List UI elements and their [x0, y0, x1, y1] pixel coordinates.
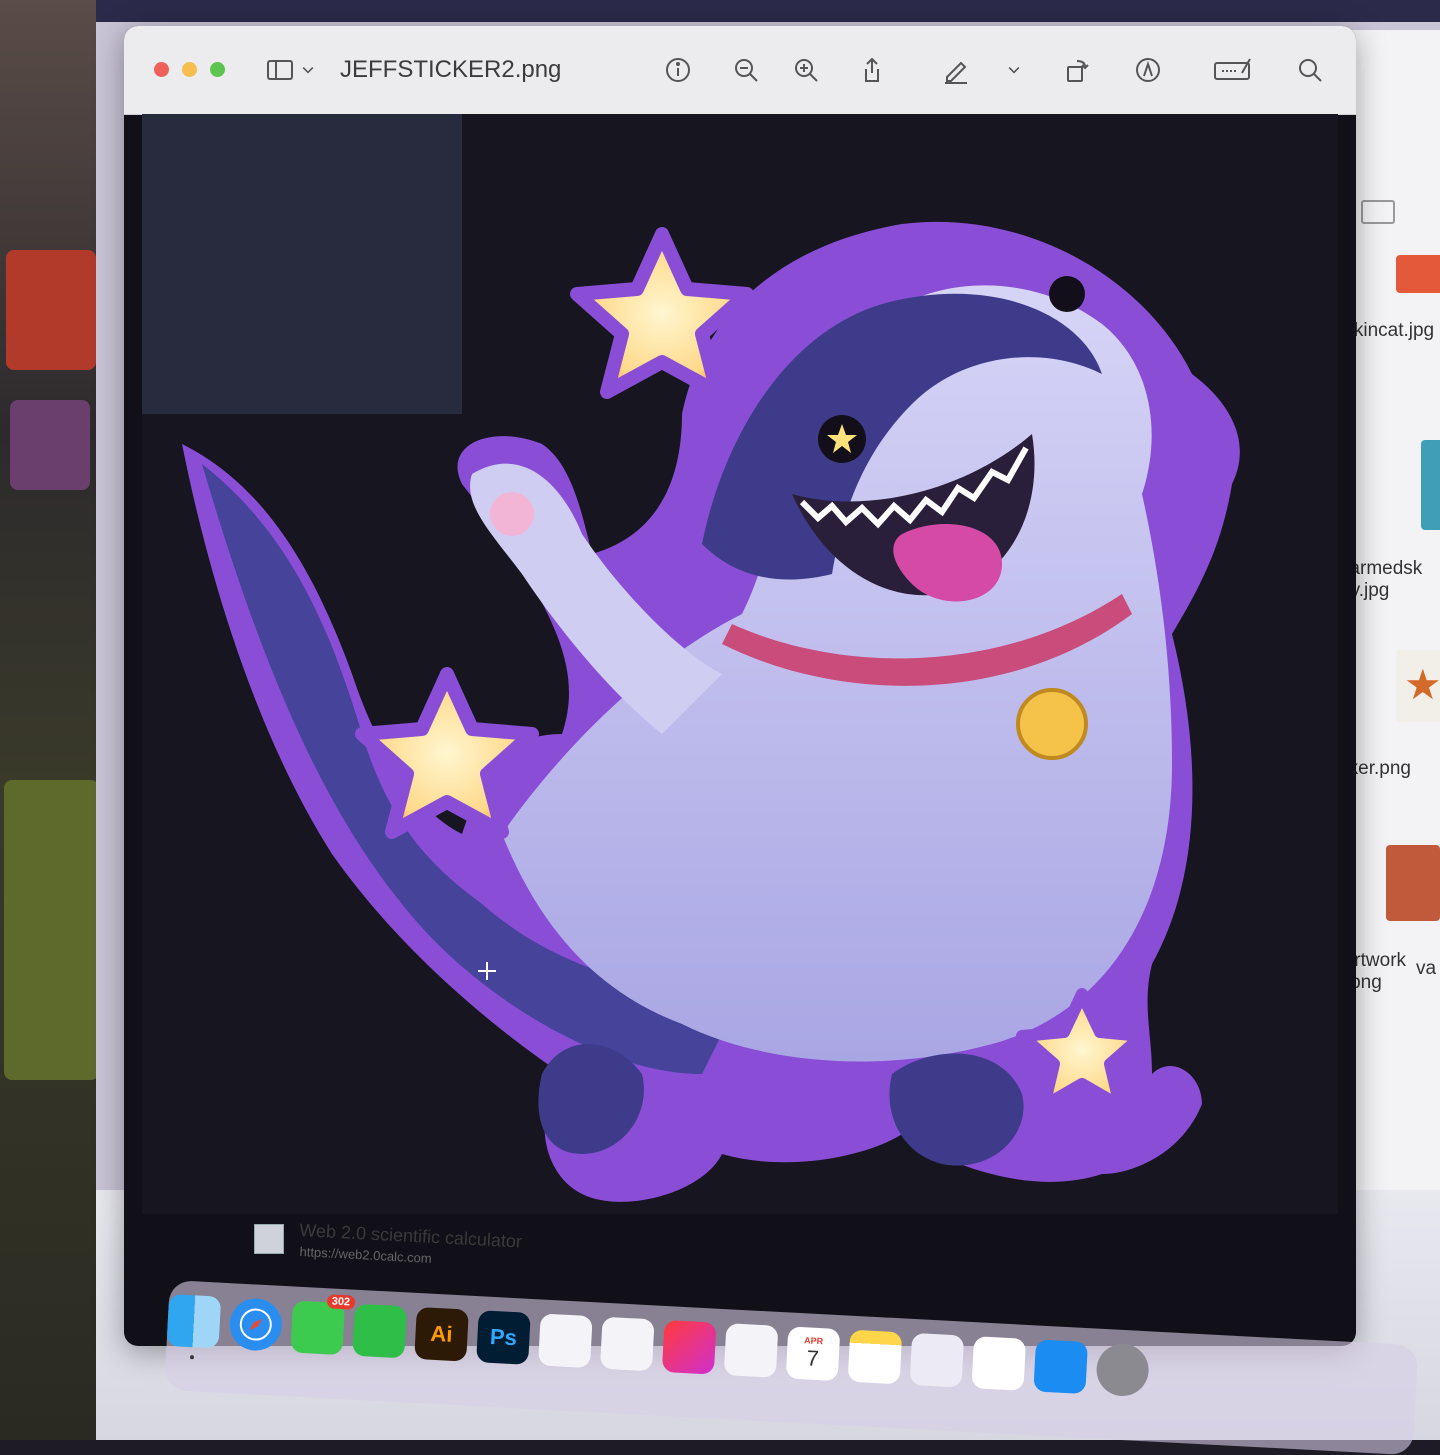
menu-bar — [96, 0, 1440, 22]
chevron-down-icon[interactable] — [1002, 50, 1026, 90]
file-thumbnail[interactable]: ★ — [1396, 650, 1440, 722]
zoom-in-icon[interactable] — [786, 50, 826, 90]
notification-banner[interactable]: Web 2.0 scientific calculator https://we… — [254, 1210, 734, 1290]
desk-sticker — [4, 780, 99, 1080]
markup-pen-icon[interactable] — [936, 50, 976, 90]
info-icon[interactable] — [658, 50, 698, 90]
photoshop-icon[interactable]: Ps — [476, 1310, 531, 1365]
shark-sticker-image — [142, 114, 1338, 1214]
window-title: JEFFSTICKER2.png — [340, 56, 562, 83]
launchpad-icon[interactable] — [909, 1332, 965, 1388]
messages-icon[interactable]: 302 — [290, 1294, 356, 1356]
form-icon[interactable] — [1208, 50, 1256, 90]
safari-icon[interactable] — [228, 1297, 284, 1352]
rotate-icon[interactable] — [1058, 50, 1098, 90]
file-label[interactable]: va — [1406, 958, 1440, 980]
iphone-mirroring-icon[interactable] — [971, 1336, 1027, 1391]
image-canvas[interactable] — [142, 114, 1338, 1214]
app-icon[interactable] — [599, 1316, 655, 1372]
file-thumbnail[interactable] — [1386, 845, 1440, 921]
close-button[interactable] — [154, 62, 169, 77]
finder-icon[interactable] — [166, 1293, 222, 1349]
sidebar-icon[interactable] — [260, 50, 300, 90]
facetime-icon[interactable] — [352, 1303, 407, 1359]
settings-icon[interactable] — [1095, 1342, 1150, 1398]
file-thumbnail[interactable] — [1421, 440, 1440, 530]
desk-sticker — [6, 250, 96, 370]
link-app-icon[interactable] — [723, 1323, 779, 1378]
title-bar: JEFFSTICKER2.png — [124, 26, 1356, 115]
creative-cloud-icon[interactable] — [661, 1319, 717, 1375]
finder-view-icon[interactable] — [1361, 200, 1395, 224]
app-store-icon[interactable] — [1033, 1339, 1089, 1395]
calendar-icon[interactable]: APR 7 — [785, 1326, 841, 1382]
app-icon[interactable] — [538, 1313, 593, 1369]
shark-eye — [1049, 276, 1085, 312]
paw-pad — [490, 492, 534, 536]
minimize-button[interactable] — [182, 62, 197, 77]
running-indicator — [189, 1355, 195, 1360]
zoom-out-icon[interactable] — [726, 50, 766, 90]
notes-icon[interactable] — [847, 1329, 903, 1385]
share-icon[interactable] — [852, 50, 892, 90]
zoom-button[interactable] — [210, 62, 225, 77]
desk-background — [0, 0, 110, 1440]
crosshair-cursor — [478, 962, 496, 980]
preview-window: JEFFSTICKER2.png — [124, 26, 1356, 1346]
calculator-icon — [254, 1224, 284, 1254]
collar-tag — [1016, 688, 1088, 760]
file-thumbnail[interactable] — [1396, 255, 1440, 293]
unread-badge: 302 — [326, 1294, 356, 1310]
illustrator-icon[interactable]: Ai — [414, 1306, 469, 1362]
desk-sticker — [10, 400, 90, 490]
notification-url[interactable]: https://web2.0calc.com — [299, 1244, 432, 1266]
annotate-icon[interactable] — [1128, 50, 1168, 90]
calendar-day: 7 — [806, 1345, 820, 1372]
chevron-down-icon[interactable] — [296, 50, 320, 90]
search-icon[interactable] — [1290, 50, 1330, 90]
